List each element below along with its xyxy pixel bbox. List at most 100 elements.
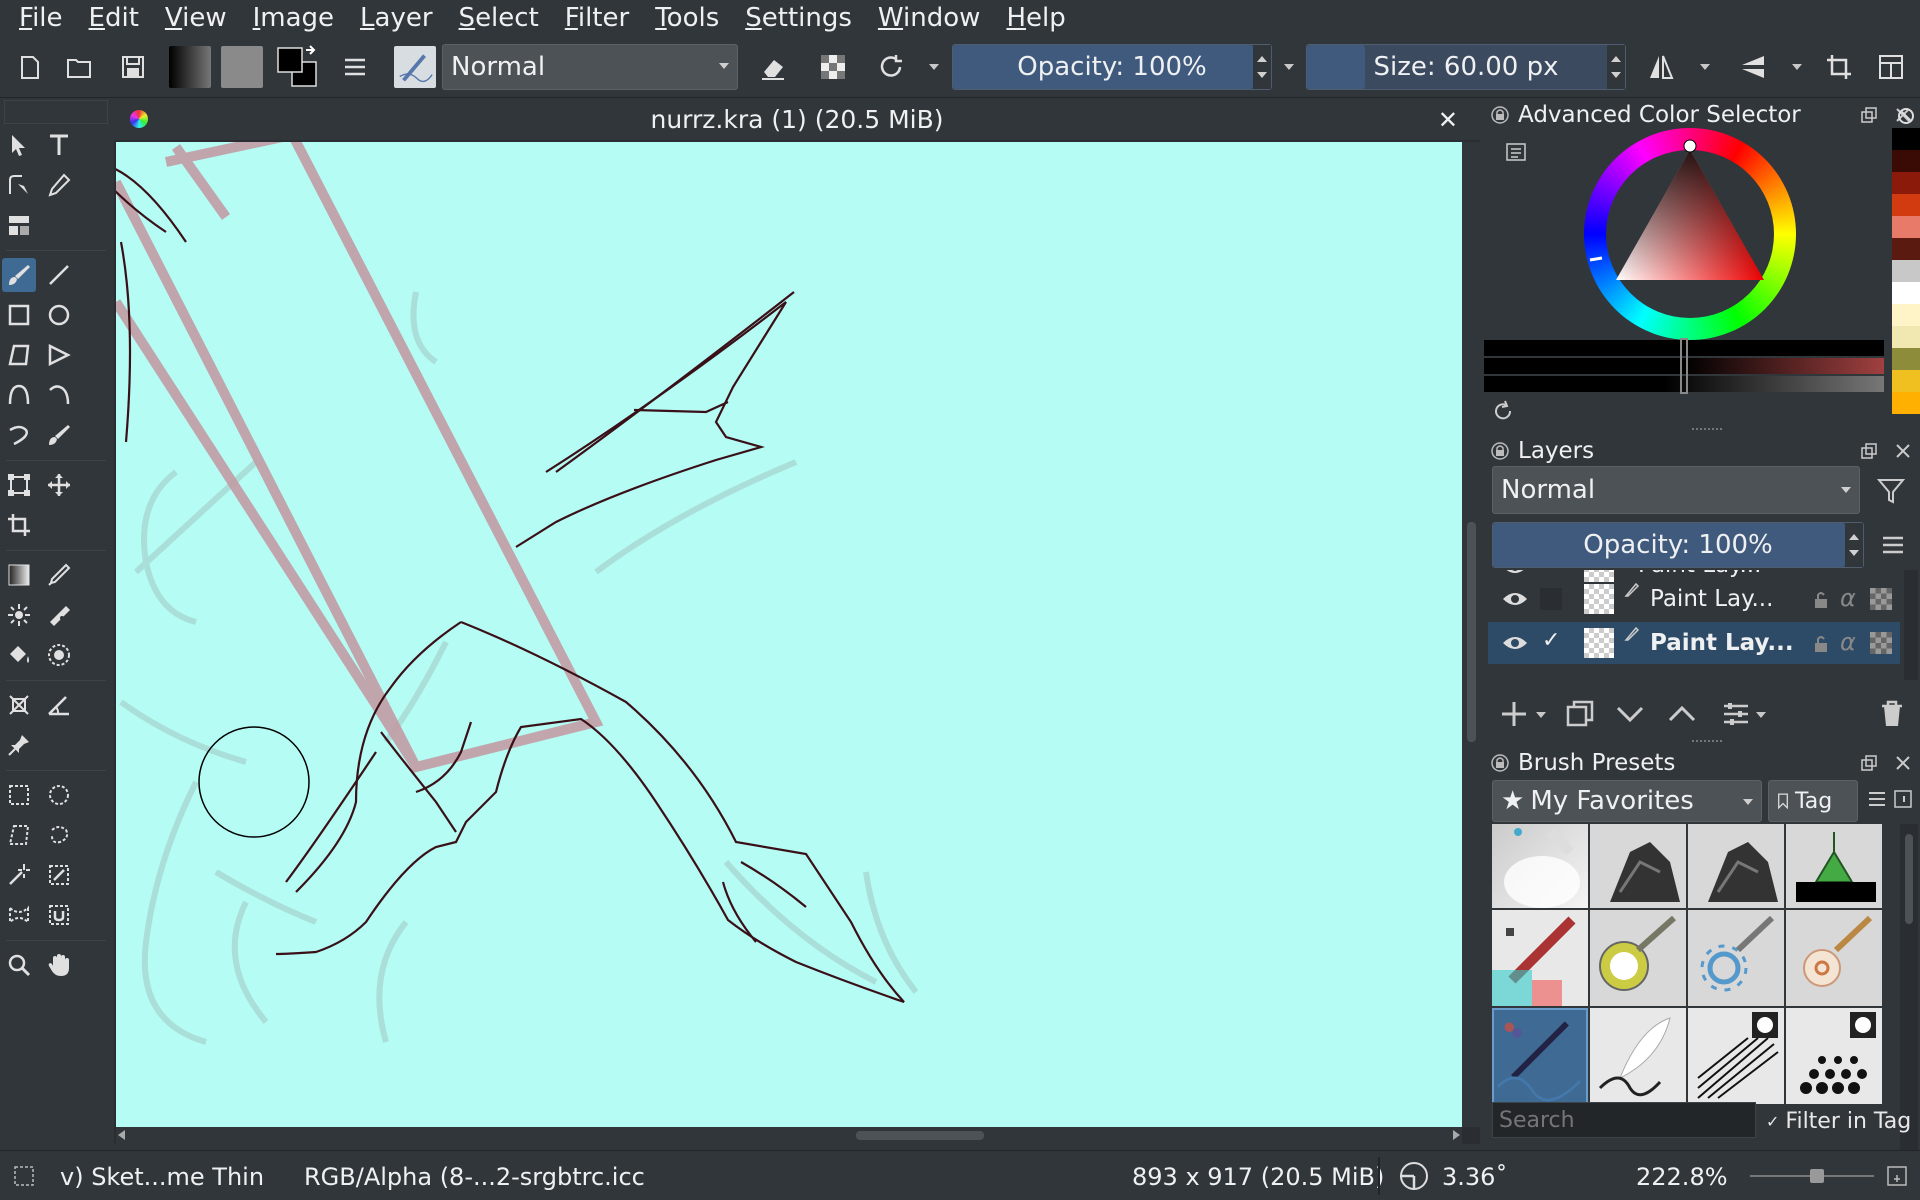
palette-swatch[interactable] bbox=[1892, 172, 1920, 194]
edit-shapes-tool-icon[interactable] bbox=[2, 168, 36, 202]
delete-layer-icon[interactable] bbox=[1876, 698, 1908, 730]
color-bar-handle[interactable] bbox=[1680, 338, 1688, 394]
eye-icon[interactable] bbox=[1502, 570, 1528, 576]
check-icon[interactable]: ✓ bbox=[1542, 628, 1560, 653]
reference-images-tool-icon[interactable] bbox=[2, 208, 36, 242]
lock-layer-icon[interactable] bbox=[1812, 590, 1830, 610]
freehand-path-tool-icon[interactable] bbox=[42, 378, 76, 412]
close-document-icon[interactable]: ✕ bbox=[1438, 100, 1458, 140]
color-selector-settings-icon[interactable] bbox=[1504, 140, 1528, 164]
horizontal-scrollbar[interactable] bbox=[116, 1127, 1462, 1144]
duplicate-layer-icon[interactable] bbox=[1564, 698, 1596, 730]
line-tool-icon[interactable] bbox=[42, 258, 76, 292]
fill-tool-icon[interactable] bbox=[2, 638, 36, 672]
smart-patch-tool-icon[interactable] bbox=[42, 598, 76, 632]
crop-tool-icon[interactable] bbox=[2, 508, 36, 542]
inherit-alpha-icon[interactable] bbox=[1870, 632, 1892, 654]
inherit-alpha-icon[interactable] bbox=[1870, 588, 1892, 610]
open-document-icon[interactable] bbox=[58, 44, 100, 90]
new-document-icon[interactable] bbox=[8, 44, 50, 90]
layer-row-selected[interactable]: ✓ Paint Lay... α bbox=[1488, 622, 1900, 664]
eye-icon[interactable] bbox=[1502, 634, 1528, 652]
filter-in-tag-checkbox[interactable]: ✓ Filter in Tag bbox=[1766, 1106, 1911, 1136]
brush-preset-sketch-selected[interactable] bbox=[1492, 1008, 1588, 1104]
saturation-value-triangle[interactable] bbox=[1584, 128, 1796, 340]
palette-swatch[interactable] bbox=[1892, 260, 1920, 282]
statusbar-menu-icon[interactable] bbox=[1886, 1165, 1908, 1187]
select-shapes-tool-icon[interactable] bbox=[2, 128, 36, 162]
opacity-spinner[interactable] bbox=[1253, 45, 1271, 89]
layer-list-scrollbar[interactable] bbox=[1904, 570, 1918, 680]
brush-grid-scrollbar[interactable] bbox=[1900, 824, 1918, 1194]
brush-preset-hatching[interactable] bbox=[1688, 1008, 1784, 1104]
rectangle-tool-icon[interactable] bbox=[2, 298, 36, 332]
brush-preset-feather[interactable] bbox=[1590, 1008, 1686, 1104]
multibrush-tool-icon[interactable] bbox=[42, 418, 76, 452]
scroll-right-icon[interactable] bbox=[1453, 1130, 1460, 1140]
brush-preset-airbrush[interactable] bbox=[1492, 824, 1588, 908]
refresh-colors-icon[interactable] bbox=[1492, 400, 1514, 422]
elliptical-selection-tool-icon[interactable] bbox=[42, 778, 76, 812]
menu-file[interactable]: File bbox=[6, 3, 76, 33]
palette-swatch[interactable] bbox=[1892, 282, 1920, 304]
palette-swatch[interactable] bbox=[1892, 370, 1920, 392]
lock-layer-icon[interactable] bbox=[1812, 634, 1830, 654]
palette-swatch[interactable] bbox=[1892, 216, 1920, 238]
ellipse-tool-icon[interactable] bbox=[42, 298, 76, 332]
brush-preset-texture-2[interactable] bbox=[1688, 824, 1784, 908]
menu-settings[interactable]: Settings bbox=[732, 3, 865, 33]
scroll-left-icon[interactable] bbox=[118, 1130, 125, 1140]
layer-opacity-slider[interactable]: Opacity: 100% bbox=[1492, 522, 1864, 568]
similar-color-selection-tool-icon[interactable] bbox=[42, 858, 76, 892]
palette-swatch[interactable] bbox=[1892, 128, 1920, 150]
colorspace-label[interactable]: RGB/Alpha (8-...2-srgbtrc.icc bbox=[304, 1163, 645, 1191]
mirror-horizontal-icon[interactable] bbox=[1640, 44, 1682, 90]
opacity-options-arrow[interactable] bbox=[1280, 44, 1298, 90]
alpha-lock-icon[interactable]: α bbox=[1840, 628, 1856, 656]
reference-pin-tool-icon[interactable] bbox=[2, 728, 36, 762]
brush-preset-ink-ring[interactable] bbox=[1590, 910, 1686, 1006]
brush-preset-blender[interactable] bbox=[1786, 824, 1882, 908]
move-layer-down-icon[interactable] bbox=[1614, 698, 1646, 730]
palette-swatch[interactable] bbox=[1892, 238, 1920, 260]
polyline-tool-icon[interactable] bbox=[42, 338, 76, 372]
brush-preset-pen-orange[interactable] bbox=[1786, 910, 1882, 1006]
mirror-horizontal-options[interactable] bbox=[1696, 44, 1714, 90]
brush-grid-scroll-thumb[interactable] bbox=[1905, 834, 1913, 924]
gradient-tool-icon[interactable] bbox=[2, 558, 36, 592]
mirror-vertical-options[interactable] bbox=[1788, 44, 1806, 90]
measure-tool-icon[interactable] bbox=[42, 688, 76, 722]
color-picker-tool-icon[interactable] bbox=[42, 558, 76, 592]
lock-icon[interactable] bbox=[1490, 105, 1510, 125]
menu-image[interactable]: Image bbox=[240, 3, 347, 33]
enclose-fill-tool-icon[interactable] bbox=[42, 638, 76, 672]
layer-opacity-spinner[interactable] bbox=[1845, 523, 1863, 567]
lock-icon[interactable] bbox=[1490, 753, 1510, 773]
bezier-curve-tool-icon[interactable] bbox=[2, 378, 36, 412]
polygon-tool-icon[interactable] bbox=[2, 338, 36, 372]
menu-filter[interactable]: Filter bbox=[552, 3, 642, 33]
menu-help[interactable]: Help bbox=[993, 3, 1078, 33]
palette-swatch[interactable] bbox=[1892, 392, 1920, 414]
docker-resize-grip[interactable] bbox=[1692, 428, 1722, 432]
palette-swatch[interactable] bbox=[1892, 326, 1920, 348]
workspaces-icon[interactable] bbox=[1870, 44, 1912, 90]
brush-presets-menu-icon[interactable] bbox=[1866, 788, 1888, 810]
brush-editor-icon[interactable] bbox=[334, 44, 376, 90]
zoom-value[interactable]: 222.8% bbox=[1636, 1163, 1728, 1191]
rotation-dial-icon[interactable] bbox=[1396, 1161, 1432, 1191]
add-layer-options-arrow[interactable] bbox=[1536, 712, 1546, 718]
brush-preset-texture[interactable] bbox=[1590, 824, 1686, 908]
add-layer-icon[interactable] bbox=[1498, 698, 1530, 730]
magnetic-selection-tool-icon[interactable] bbox=[42, 898, 76, 932]
menu-view[interactable]: View bbox=[152, 3, 240, 33]
brush-presets-view-icon[interactable] bbox=[1892, 788, 1914, 810]
layer-checkbox[interactable] bbox=[1540, 588, 1562, 610]
vertical-scroll-thumb[interactable] bbox=[1467, 522, 1476, 742]
vertical-scrollbar[interactable] bbox=[1462, 142, 1480, 1127]
rectangular-selection-tool-icon[interactable] bbox=[2, 778, 36, 812]
pattern-selector[interactable] bbox=[220, 44, 264, 90]
save-icon[interactable] bbox=[112, 44, 154, 90]
layer-row[interactable]: Paint Lay... α bbox=[1488, 578, 1900, 620]
float-docker-icon[interactable] bbox=[1860, 754, 1878, 772]
